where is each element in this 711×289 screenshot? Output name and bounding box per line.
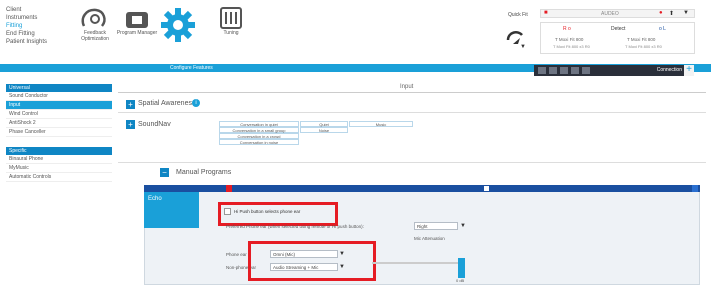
attenuation-slider-handle[interactable] — [458, 258, 465, 278]
attenuation-value: 0 dB — [456, 278, 465, 283]
sidebar-item-antishock[interactable]: AntiShock 2 — [6, 119, 112, 128]
soundnav-col1: Conversation in quiet Conversation in a … — [219, 121, 299, 145]
configure-features-label: Configure Features — [170, 65, 213, 71]
tuning-tool[interactable]: Tuning — [210, 6, 252, 36]
program-manager-tool[interactable]: Program Manager — [116, 6, 158, 36]
nav-fitting[interactable]: Fitting — [6, 22, 76, 30]
feedback-label: Feedback Optimization — [81, 30, 109, 42]
sidebar-universal-header: Universal — [6, 84, 112, 92]
sidebar-item-wind-control[interactable]: Wind Control — [6, 110, 112, 119]
nav-patient-insights[interactable]: Patient Insights — [6, 38, 76, 46]
hearing-aid-status: R o Detect o L T Moxi Fit 800 T Moxi Fit… — [540, 22, 695, 54]
program-tab-label: Echo — [148, 196, 162, 202]
attenuation-slider-track[interactable] — [372, 262, 462, 264]
program-manager-icon — [126, 12, 148, 28]
program-tab-echo[interactable]: Echo — [144, 192, 199, 228]
add-icon[interactable]: + — [684, 65, 694, 76]
program-panel — [144, 185, 700, 285]
session-icon-1[interactable] — [538, 67, 546, 74]
program-manager-label: Program Manager — [116, 30, 158, 36]
divider — [118, 92, 706, 93]
spatial-awareness-label: Spatial Awareness — [138, 100, 196, 107]
tuning-label: Tuning — [223, 30, 239, 36]
right-device-detail: T Moxi Fit 800 x3 R0 — [553, 44, 590, 49]
info-icon[interactable]: i — [192, 99, 200, 107]
device-selector[interactable]: ■ AUDEO ● ⬆ ▼ — [540, 9, 695, 18]
soundnav-expand-button[interactable]: + — [126, 120, 135, 129]
right-device-model: T Moxi Fit 800 — [555, 37, 584, 42]
program-marker-blue — [692, 185, 698, 192]
highlight-dropdown-area — [248, 241, 376, 281]
feedback-tool[interactable]: Feedback Optimization — [74, 6, 116, 42]
sidebar-item-sound-conductor[interactable]: Sound Conductor — [6, 92, 112, 101]
input-section-header: Input — [400, 84, 414, 90]
configure-features-tool[interactable] — [157, 4, 199, 46]
sidebar-item-phase-canceller[interactable]: Phase Canceller — [6, 128, 112, 137]
chevron-down-icon[interactable]: ▼ — [683, 10, 689, 16]
preferred-dropdown-icon[interactable]: ▼ — [460, 223, 466, 229]
feedback-icon — [81, 8, 106, 27]
gear-icon — [161, 8, 195, 42]
quick-fit-label: Quick Fit — [508, 12, 528, 18]
left-device-model: T Moxi Fit 800 — [627, 37, 656, 42]
manual-programs-label: Manual Programs — [176, 169, 232, 176]
main-navigation: Client Instruments Fitting End Fitting P… — [6, 6, 76, 46]
highlight-checkbox-area — [218, 202, 338, 226]
sidebar-item-automatic-controls[interactable]: Automatic Controls — [6, 173, 112, 182]
sidebar-item-input[interactable]: Input — [6, 101, 112, 110]
phone-ear-checkbox[interactable] — [224, 208, 231, 215]
mic-attenuation-label: Mic Attenuation — [414, 236, 445, 241]
phone-ear-checkbox-label: Hi Push button selects phone ear — [234, 209, 301, 214]
arrow-up-icon[interactable]: ⬆ — [669, 10, 674, 17]
soundnav-item-noise[interactable]: Noise — [300, 127, 348, 133]
session-icon-5[interactable] — [582, 67, 590, 74]
sidebar-item-mymusic[interactable]: MyMusic — [6, 164, 112, 173]
session-icon-3[interactable] — [560, 67, 568, 74]
nav-end-fitting[interactable]: End Fitting — [6, 30, 76, 38]
sidebar-item-binaural-phone[interactable]: Binaural Phone — [6, 155, 112, 164]
program-marker-red — [226, 185, 232, 192]
program-panel-header — [144, 185, 700, 192]
soundnav-item-noise-conversation[interactable]: Conversation in noise — [219, 139, 299, 145]
left-device-detail: T Moxi Fit 800 x3 R0 — [625, 44, 662, 49]
soundnav-item-music[interactable]: Music — [349, 121, 413, 127]
session-icon-4[interactable] — [571, 67, 579, 74]
device-name: AUDEO — [601, 11, 619, 17]
spatial-awareness-expand-button[interactable]: + — [126, 100, 135, 109]
detect-status: Detect — [611, 26, 626, 32]
session-icon-2[interactable] — [549, 67, 557, 74]
preferred-phone-ear-value: Right — [417, 224, 428, 229]
preferred-phone-ear-label: Preferred Phone ear (when selected using… — [226, 224, 364, 229]
nav-client[interactable]: Client — [6, 6, 76, 14]
soundnav-col3: Music — [349, 121, 413, 127]
left-ear-indicator: o L — [659, 26, 666, 32]
preferred-phone-ear-select[interactable]: Right — [414, 222, 458, 230]
phone-ear-label: Phone ear — [226, 252, 247, 257]
manual-programs-collapse-button[interactable]: − — [160, 168, 169, 177]
soundnav-col2: Quiet Noise — [300, 121, 348, 133]
connection-label[interactable]: Connection — [657, 67, 682, 73]
features-sidebar: Universal Sound Conductor Input Wind Con… — [6, 84, 112, 182]
device-red-marker-icon: ● — [659, 10, 663, 16]
device-flag-icon: ■ — [544, 10, 548, 16]
right-ear-indicator: R o — [563, 26, 571, 32]
program-marker-mid — [484, 186, 489, 191]
quick-fit-dropdown-icon[interactable]: ▼ — [520, 44, 526, 50]
sidebar-specific-header: Specific — [6, 147, 112, 155]
tuning-icon — [220, 7, 242, 29]
soundnav-label: SoundNav — [138, 121, 171, 128]
session-toolbar: Connection + — [534, 65, 694, 76]
nav-instruments[interactable]: Instruments — [6, 14, 76, 22]
